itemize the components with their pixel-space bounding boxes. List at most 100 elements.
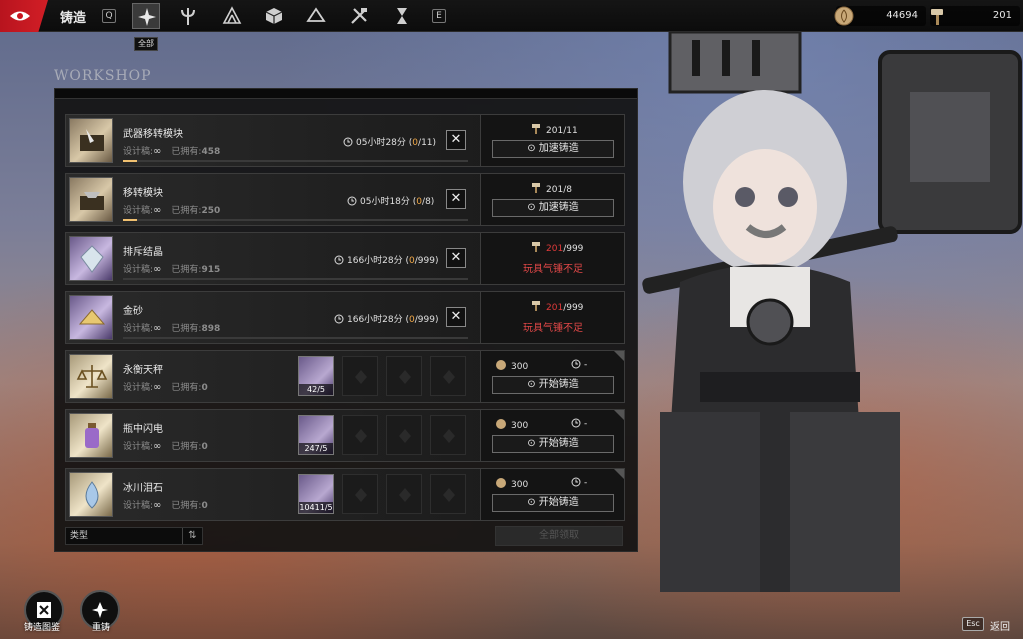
coin-cost: 300	[495, 418, 528, 431]
diamond-placeholder-icon	[355, 370, 367, 384]
item-meta: 设计稿:∞ 已拥有:0	[123, 498, 208, 511]
material-slot[interactable]: 42/5	[298, 356, 334, 396]
clock-icon	[571, 418, 581, 428]
speed-up-button[interactable]: ⊙ 加速铸造	[492, 199, 614, 217]
gold-sand-icon	[78, 309, 106, 325]
insufficient-warning: 玩具气锤不足	[523, 264, 583, 275]
clock-icon	[571, 359, 581, 369]
crafting-row[interactable]: 移转模块 设计稿:∞ 已拥有:250 05小时18分 (0/8) ✕ 201/8 …	[65, 173, 625, 226]
hammer-icon	[532, 242, 540, 252]
blueprint-label: 设计稿:	[123, 442, 154, 452]
speedup-panel: 201/999 玩具气锤不足	[480, 292, 624, 343]
start-panel: 300 - ⊙ 开始铸造	[480, 469, 624, 520]
duration: -	[571, 359, 587, 370]
item-meta: 设计稿:∞ 已拥有:0	[123, 439, 208, 452]
hammer-requirement: 201/999	[531, 241, 583, 254]
page-title: 铸造	[60, 11, 87, 26]
category-tab-all[interactable]	[132, 3, 160, 29]
recipe-row[interactable]: 永衡天秤 设计稿:∞ 已拥有:0 42/5 300 - ⊙ 开始铸造	[65, 350, 625, 403]
recipe-row[interactable]: 冰川泪石 设计稿:∞ 已拥有:0 10411/5 300 - ⊙ 开始铸造	[65, 468, 625, 521]
esc-key[interactable]: Esc	[962, 617, 984, 631]
infinity-icon: ∞	[153, 441, 162, 452]
cancel-button[interactable]: ✕	[446, 130, 466, 150]
empty-slot	[342, 474, 378, 514]
cancel-button[interactable]: ✕	[446, 189, 466, 209]
item-name: 排斥结晶	[123, 247, 163, 258]
home-button[interactable]	[0, 0, 48, 32]
item-name: 金砂	[123, 306, 143, 317]
start-crafting-button[interactable]: ⊙ 开始铸造	[492, 376, 614, 394]
trident-icon	[181, 8, 195, 25]
hammer-icon	[532, 124, 540, 134]
clock-icon	[334, 255, 344, 265]
filter-label: 类型	[70, 531, 89, 541]
back-button[interactable]: 返回	[990, 618, 1010, 633]
blueprint-label: 设计稿:	[123, 324, 154, 334]
blueprint-label: 设计稿:	[123, 206, 154, 216]
category-tab-cube[interactable]	[260, 3, 288, 29]
diamond-placeholder-icon	[355, 429, 367, 443]
material-slot[interactable]: 247/5	[298, 415, 334, 455]
owned-label: 已拥有:	[171, 206, 202, 216]
category-tab-hourglass[interactable]	[388, 3, 416, 29]
owned-count: 250	[201, 206, 221, 216]
owned-count: 898	[201, 324, 221, 334]
cancel-button[interactable]: ✕	[446, 307, 466, 327]
owned-count: 0	[201, 442, 208, 452]
blacksmith-character-art	[642, 32, 1022, 592]
owned-label: 已拥有:	[171, 383, 202, 393]
material-slot[interactable]: 10411/5	[298, 474, 334, 514]
coin-icon	[496, 478, 506, 488]
empty-slot	[386, 356, 422, 396]
item-thumbnail	[69, 295, 113, 340]
weapon-module-icon	[80, 129, 104, 151]
crafting-row[interactable]: 武器移转模块 设计稿:∞ 已拥有:458 05小时28分 (0/11) ✕ 201…	[65, 114, 625, 167]
hammer-requirement: 201/11	[531, 123, 578, 136]
category-tab-crossed-hammer[interactable]	[345, 3, 373, 29]
empty-slot	[386, 415, 422, 455]
sort-toggle-icon[interactable]: ⇅	[182, 528, 202, 544]
codex-book-icon	[37, 602, 51, 618]
material-count: 10411/5	[299, 502, 333, 513]
triforce-icon	[222, 6, 242, 24]
category-tab-triforce[interactable]	[218, 3, 246, 29]
start-crafting-button[interactable]: ⊙ 开始铸造	[492, 494, 614, 512]
progress-bar	[123, 219, 468, 221]
hammer-balance: 201	[930, 6, 1020, 26]
type-filter-dropdown[interactable]: 类型 ⇅	[65, 527, 203, 545]
crossed-hammer-icon	[351, 8, 367, 24]
speed-up-button[interactable]: ⊙ 加速铸造	[492, 140, 614, 158]
recast-flower-icon	[92, 602, 108, 618]
owned-count: 0	[201, 501, 208, 511]
item-thumbnail	[69, 472, 113, 517]
category-tab-trident[interactable]	[174, 3, 202, 29]
hammer-icon	[931, 9, 943, 25]
crafting-row[interactable]: 排斥结晶 设计稿:∞ 已拥有:915 166小时28分 (0/999) ✕ 201…	[65, 232, 625, 285]
start-crafting-button[interactable]: ⊙ 开始铸造	[492, 435, 614, 453]
progress-bar	[123, 278, 468, 280]
cube-icon	[265, 8, 283, 24]
item-thumbnail	[69, 236, 113, 281]
cancel-button[interactable]: ✕	[446, 248, 466, 268]
start-panel: 300 - ⊙ 开始铸造	[480, 410, 624, 461]
recipe-row[interactable]: 瓶中闪电 设计稿:∞ 已拥有:0 247/5 300 - ⊙ 开始铸造	[65, 409, 625, 462]
hammer-icon	[532, 183, 540, 193]
item-name: 移转模块	[123, 188, 163, 199]
crafting-codex-label: 铸造图鉴	[24, 623, 61, 633]
item-meta: 设计稿:∞ 已拥有:915	[123, 262, 220, 275]
prev-category-key[interactable]: Q	[102, 9, 116, 23]
crystal-icon	[80, 245, 104, 273]
diamond-placeholder-icon	[399, 429, 411, 443]
empty-slot	[342, 415, 378, 455]
next-category-key[interactable]: E	[432, 9, 446, 23]
infinity-icon: ∞	[153, 382, 162, 393]
empty-slot	[386, 474, 422, 514]
insufficient-warning: 玩具气锤不足	[523, 323, 583, 334]
diamond-placeholder-icon	[399, 488, 411, 502]
crafting-row[interactable]: 金砂 设计稿:∞ 已拥有:898 166小时28分 (0/999) ✕ 201/9…	[65, 291, 625, 344]
category-tab-hanger[interactable]	[302, 3, 330, 29]
infinity-icon: ∞	[153, 500, 162, 511]
claim-all-button[interactable]: 全部领取	[495, 526, 623, 546]
item-name: 武器移转模块	[123, 129, 183, 140]
clock-icon	[343, 137, 353, 147]
